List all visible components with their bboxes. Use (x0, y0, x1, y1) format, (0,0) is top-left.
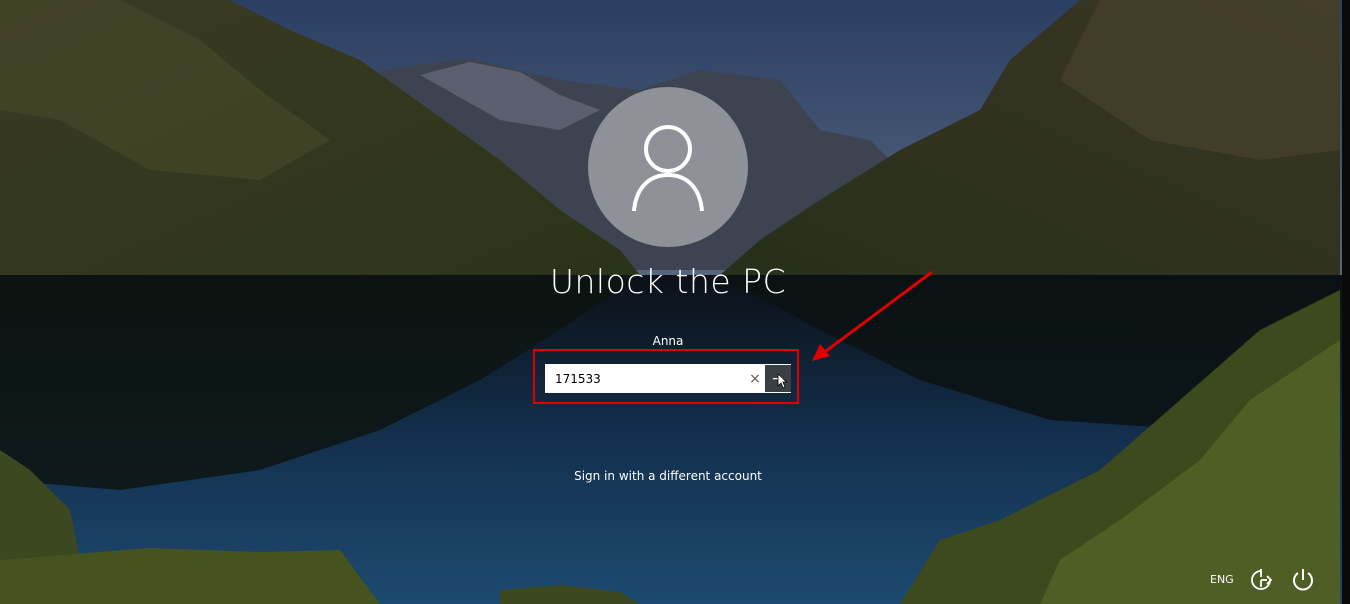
lock-screen: Unlock the PC Anna × → Sign in with a di… (0, 0, 1350, 604)
ease-of-access-icon[interactable] (1248, 567, 1274, 593)
language-indicator[interactable]: ENG (1210, 573, 1234, 586)
user-avatar (588, 87, 748, 247)
close-icon: × (749, 370, 761, 387)
screen-edge (1342, 0, 1350, 604)
sign-in-different-account-link[interactable]: Sign in with a different account (0, 469, 1336, 483)
clear-button[interactable]: × (745, 365, 765, 392)
user-silhouette-icon (632, 125, 704, 212)
username-label: Anna (652, 334, 684, 348)
mouse-pointer-icon (777, 373, 787, 389)
page-title: Unlock the PC (549, 262, 787, 301)
submit-button[interactable]: → (765, 365, 791, 392)
power-icon[interactable] (1290, 567, 1316, 593)
password-field[interactable]: × → (545, 364, 791, 393)
password-input[interactable] (545, 364, 745, 393)
